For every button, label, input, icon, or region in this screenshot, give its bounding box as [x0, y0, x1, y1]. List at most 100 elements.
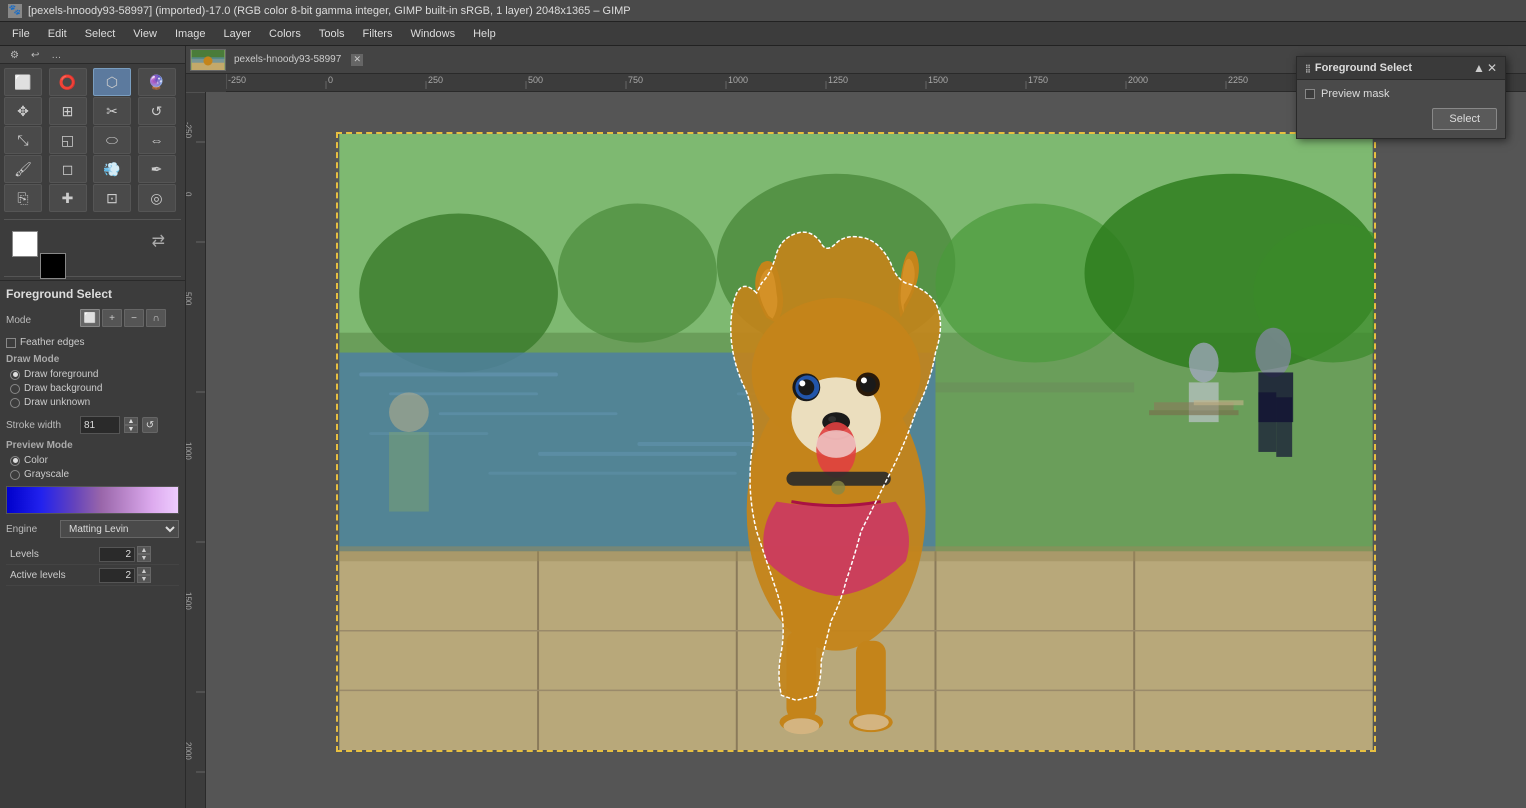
tool-airbrush[interactable]: 💨	[93, 155, 131, 183]
canvas-area: pexels-hnoody93-58997 ✕ -250 0 250 500 7…	[186, 46, 1526, 808]
menu-tools[interactable]: Tools	[311, 26, 353, 42]
tool-rect-select[interactable]: ⬜	[4, 68, 42, 96]
toolbox: ⚙ ↩ … ⬜ ⭕ ⬡ 🔮 ✥ ⊞ ✂ ↺ ⤡ ◱ ⬭ ⇔ 🖌 ◻ 💨 ✒	[0, 46, 186, 808]
tool-eraser[interactable]: ◻	[49, 155, 87, 183]
image-tab-title[interactable]: pexels-hnoody93-58997	[234, 54, 341, 65]
tool-flip[interactable]: ⇔	[138, 126, 176, 154]
levels-spinner: ▲ ▼	[137, 546, 151, 562]
active-levels-row: Active levels ▲ ▼	[6, 565, 179, 586]
title-text: [pexels-hnoody93-58997] (imported)-17.0 …	[28, 5, 631, 17]
menu-filters[interactable]: Filters	[355, 26, 401, 42]
menu-help[interactable]: Help	[465, 26, 504, 42]
active-levels-spinner: ▲ ▼	[137, 567, 151, 583]
tab-more[interactable]: …	[45, 48, 67, 63]
canvas-image[interactable]	[336, 132, 1376, 752]
svg-text:1750: 1750	[1028, 75, 1048, 85]
preview-mode-section-label: Preview Mode	[6, 440, 179, 451]
svg-text:500: 500	[528, 75, 543, 85]
menu-image[interactable]: Image	[167, 26, 214, 42]
active-levels-down[interactable]: ▼	[137, 575, 151, 583]
menu-colors[interactable]: Colors	[261, 26, 309, 42]
tool-paint[interactable]: 🖌	[4, 155, 42, 183]
feather-edges-checkbox-group[interactable]: Feather edges	[6, 337, 85, 348]
mode-buttons: ⬜ + − ∩	[80, 309, 166, 327]
draw-unknown-radio[interactable]	[10, 398, 20, 408]
tool-crop[interactable]: ✂	[93, 97, 131, 125]
svg-text:0: 0	[186, 192, 193, 197]
tool-ink[interactable]: ✒	[138, 155, 176, 183]
stroke-width-up[interactable]: ▲	[124, 417, 138, 425]
draw-background-option[interactable]: Draw background	[10, 383, 179, 394]
tools-divider-2	[4, 276, 181, 277]
menu-layer[interactable]: Layer	[216, 26, 260, 42]
stroke-width-input[interactable]	[80, 416, 120, 434]
draw-foreground-label: Draw foreground	[24, 369, 98, 380]
stroke-refresh-button[interactable]: ↺	[142, 417, 158, 433]
svg-text:2000: 2000	[186, 742, 193, 760]
levels-up[interactable]: ▲	[137, 546, 151, 554]
engine-select[interactable]: Matting Levin Matting Global	[60, 520, 179, 538]
preview-color-radio[interactable]	[10, 456, 20, 466]
active-levels-up[interactable]: ▲	[137, 567, 151, 575]
draw-background-radio[interactable]	[10, 384, 20, 394]
svg-text:750: 750	[628, 75, 643, 85]
tool-clone[interactable]: ⎘	[4, 184, 42, 212]
mode-subtract[interactable]: −	[124, 309, 144, 327]
mode-add[interactable]: +	[102, 309, 122, 327]
tool-free-select[interactable]: ⬡	[93, 68, 131, 96]
levels-down[interactable]: ▼	[137, 554, 151, 562]
tool-rotate[interactable]: ↺	[138, 97, 176, 125]
tool-ellipse-select[interactable]: ⭕	[49, 68, 87, 96]
canvas-content[interactable]	[206, 92, 1526, 808]
options-tab-bar: ⚙ ↩ …	[0, 46, 185, 64]
svg-text:1250: 1250	[828, 75, 848, 85]
fg-dialog-title-bar: ⣿ Foreground Select ▲ ✕	[1297, 57, 1505, 80]
swap-colors-icon[interactable]: ⇄	[152, 231, 165, 251]
tool-blur[interactable]: ◎	[138, 184, 176, 212]
menu-view[interactable]: View	[125, 26, 165, 42]
active-levels-input[interactable]	[99, 568, 135, 583]
tool-move[interactable]: ✥	[4, 97, 42, 125]
stroke-width-down[interactable]: ▼	[124, 425, 138, 433]
select-button[interactable]: Select	[1432, 108, 1497, 130]
preview-grayscale-radio[interactable]	[10, 470, 20, 480]
tool-scale[interactable]: ⤡	[4, 126, 42, 154]
tool-fuzzy-select[interactable]: 🔮	[138, 68, 176, 96]
background-color[interactable]	[40, 253, 66, 279]
image-tab-close[interactable]: ✕	[351, 54, 363, 66]
menu-edit[interactable]: Edit	[40, 26, 75, 42]
svg-text:-250: -250	[228, 75, 246, 85]
tool-perspective-clone[interactable]: ⊡	[93, 184, 131, 212]
preview-color-option[interactable]: Color	[10, 455, 179, 466]
levels-row: Levels ▲ ▼	[6, 544, 179, 565]
tab-history[interactable]: ↩	[25, 48, 45, 63]
mode-intersect[interactable]: ∩	[146, 309, 166, 327]
fg-dialog-up-button[interactable]: ▲	[1473, 61, 1485, 75]
tool-heal[interactable]: ✚	[49, 184, 87, 212]
main-layout: ⚙ ↩ … ⬜ ⭕ ⬡ 🔮 ✥ ⊞ ✂ ↺ ⤡ ◱ ⬭ ⇔ 🖌 ◻ 💨 ✒	[0, 46, 1526, 808]
levels-input[interactable]	[99, 547, 135, 562]
draw-mode-label: Draw Mode	[6, 354, 179, 365]
tool-perspective[interactable]: ⬭	[93, 126, 131, 154]
menu-file[interactable]: File	[4, 26, 38, 42]
preview-mask-checkbox[interactable]	[1305, 89, 1315, 99]
feather-edges-checkbox[interactable]	[6, 338, 16, 348]
fg-dialog-close-button[interactable]: ✕	[1487, 61, 1497, 75]
tab-tool-options[interactable]: ⚙	[4, 48, 25, 63]
fg-dialog-title-text: Foreground Select	[1315, 62, 1412, 74]
menu-select[interactable]: Select	[77, 26, 124, 42]
preview-grayscale-option[interactable]: Grayscale	[10, 469, 179, 480]
tool-align[interactable]: ⊞	[49, 97, 87, 125]
foreground-color[interactable]	[12, 231, 38, 257]
draw-foreground-option[interactable]: Draw foreground	[10, 369, 179, 380]
preview-color-label: Color	[24, 455, 48, 466]
menu-windows[interactable]: Windows	[402, 26, 463, 42]
feather-edges-row: Feather edges	[6, 337, 179, 348]
image-thumbnail	[190, 49, 226, 71]
menu-bar: File Edit Select View Image Layer Colors…	[0, 22, 1526, 46]
tool-shear[interactable]: ◱	[49, 126, 87, 154]
draw-unknown-option[interactable]: Draw unknown	[10, 397, 179, 408]
mode-replace[interactable]: ⬜	[80, 309, 100, 327]
draw-foreground-radio[interactable]	[10, 370, 20, 380]
mode-label: Mode	[6, 315, 76, 326]
